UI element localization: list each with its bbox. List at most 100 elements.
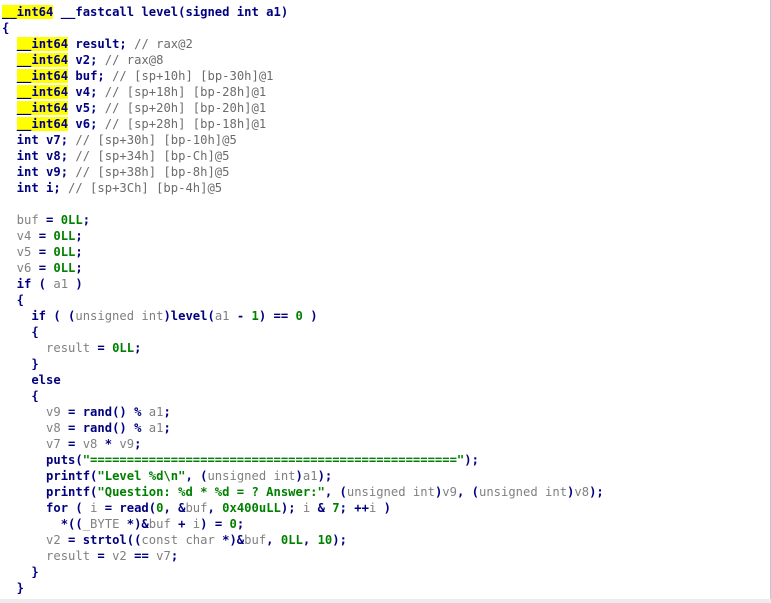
code-token: result [2,341,91,355]
horizontal-scrollbar[interactable] [0,599,771,603]
code-token: * [97,437,120,451]
code-token: { [2,325,39,339]
code-token: } [2,357,39,371]
code-token: - [229,309,252,323]
code-token: ) [376,501,391,515]
code-line[interactable]: *((_BYTE *)&buf + i) = 0; [2,516,245,532]
code-token: ); [280,501,303,515]
highlighted-type: __int64 [2,5,54,19]
code-token: , ( [185,469,208,483]
code-token: unsigned int [207,469,296,483]
code-line[interactable]: puts("==================================… [2,452,479,468]
code-token: a1 [214,309,230,323]
code-token: v8 [574,485,590,499]
code-line[interactable]: for ( i = read(0, &buf, 0x400uLL); i & 7… [2,500,391,516]
code-line[interactable]: printf("Level %d\n", (unsigned int)a1); [2,468,332,484]
code-line[interactable]: __int64 buf; // [sp+10h] [bp-30h]@1 [2,68,274,84]
code-token: = [31,245,54,259]
code-token: = [90,341,113,355]
highlighted-type: __int64 [16,53,69,67]
code-line[interactable]: __int64 v6; // [sp+28h] [bp-18h]@1 [2,116,266,132]
code-line[interactable]: } [2,580,24,596]
code-line[interactable]: int v9; // [sp+38h] [bp-8h]@5 [2,164,230,180]
code-line[interactable]: result = v2 == v7; [2,548,178,564]
code-token: = read( [97,501,157,515]
code-comment: // [sp+34h] [bp-Ch]@5 [75,149,230,163]
code-token: ; [82,213,91,227]
code-token: int v9; [2,165,76,179]
code-line[interactable]: if ( (unsigned int)level(a1 - 1) == 0 ) [2,308,317,324]
code-line[interactable]: __int64 v2; // rax@8 [2,52,163,68]
pseudocode-view[interactable]: __int64 __fastcall level(signed int a1){… [0,0,771,603]
code-token: v5; [68,101,105,115]
code-line[interactable]: result = 0LL; [2,340,141,356]
code-line[interactable]: { [2,20,9,36]
code-token: ); [317,469,333,483]
code-line[interactable]: v5 = 0LL; [2,244,83,260]
code-token: ) [68,277,83,291]
code-token: a1 [53,277,69,291]
code-token: ) [295,469,303,483]
code-token: unsigned int [478,485,568,499]
code-line[interactable]: __int64 v4; // [sp+18h] [bp-28h]@1 [2,84,266,100]
code-token: if ( ( [2,309,76,323]
code-token: 10 [317,533,333,547]
code-line[interactable]: v6 = 0LL; [2,260,83,276]
code-token: ; [134,341,142,355]
code-token: unsigned int [346,485,435,499]
code-line[interactable]: __int64 __fastcall level(signed int a1) [2,4,288,20]
code-token: 0LL [53,229,76,243]
code-token: v9 [2,405,61,419]
code-line[interactable]: v7 = v8 * v9; [2,436,141,452]
code-token: for ( [2,501,91,515]
code-line[interactable]: buf = 0LL; [2,212,90,228]
code-line[interactable]: v2 = strtol((const char *)&buf, 0LL, 10)… [2,532,347,548]
code-line[interactable]: __int64 result; // rax@2 [2,36,193,52]
highlighted-type: __int64 [16,37,69,51]
highlighted-type: __int64 [16,101,69,115]
code-line[interactable]: int i; // [sp+3Ch] [bp-4h]@5 [2,180,222,196]
code-line[interactable]: __int64 v5; // [sp+20h] [bp-20h]@1 [2,100,266,116]
code-token: { [2,293,25,307]
code-line[interactable]: v4 = 0LL; [2,228,83,244]
code-token: ; [170,549,179,563]
code-token: *(( [2,517,83,531]
code-token: 0LL [280,533,303,547]
code-token: v7 [2,437,61,451]
code-comment: // [sp+38h] [bp-8h]@5 [75,165,230,179]
code-token: if ( [2,277,54,291]
code-token: = rand() % [60,421,149,435]
code-token: , & [163,501,186,515]
code-token: a1 [148,421,164,435]
code-line[interactable]: int v7; // [sp+30h] [bp-10h]@5 [2,132,237,148]
code-token: unsigned int [75,309,164,323]
code-line[interactable]: } [2,564,38,580]
code-token: , ( [456,485,479,499]
code-token: = [38,213,61,227]
code-line[interactable]: v8 = rand() % a1; [2,420,171,436]
code-line[interactable]: int v8; // [sp+34h] [bp-Ch]@5 [2,148,230,164]
code-line[interactable]: } [2,356,39,372]
code-line[interactable]: if ( a1 ) [2,276,83,292]
code-line[interactable]: { [2,388,38,404]
code-comment: // rax@8 [104,53,164,67]
code-token: { [2,21,10,35]
code-token: 0LL [60,213,83,227]
code-token: buf [148,517,171,531]
code-token: ; [75,229,83,243]
code-line[interactable]: v9 = rand() % a1; [2,404,171,420]
code-token: = strtol(( [60,533,142,547]
code-line[interactable]: { [2,292,24,308]
code-token: ; ++ [339,501,369,515]
code-token: ; [236,517,245,531]
code-token: v5 [2,245,32,259]
code-token: 7 [332,501,340,515]
code-line[interactable]: printf("Question: %d * %d = ? Answer:", … [2,484,604,500]
code-line[interactable]: else [2,372,60,388]
code-comment: // [sp+10h] [bp-30h]@1 [112,69,274,83]
code-line[interactable]: { [2,324,39,340]
code-token: 0LL [112,341,135,355]
